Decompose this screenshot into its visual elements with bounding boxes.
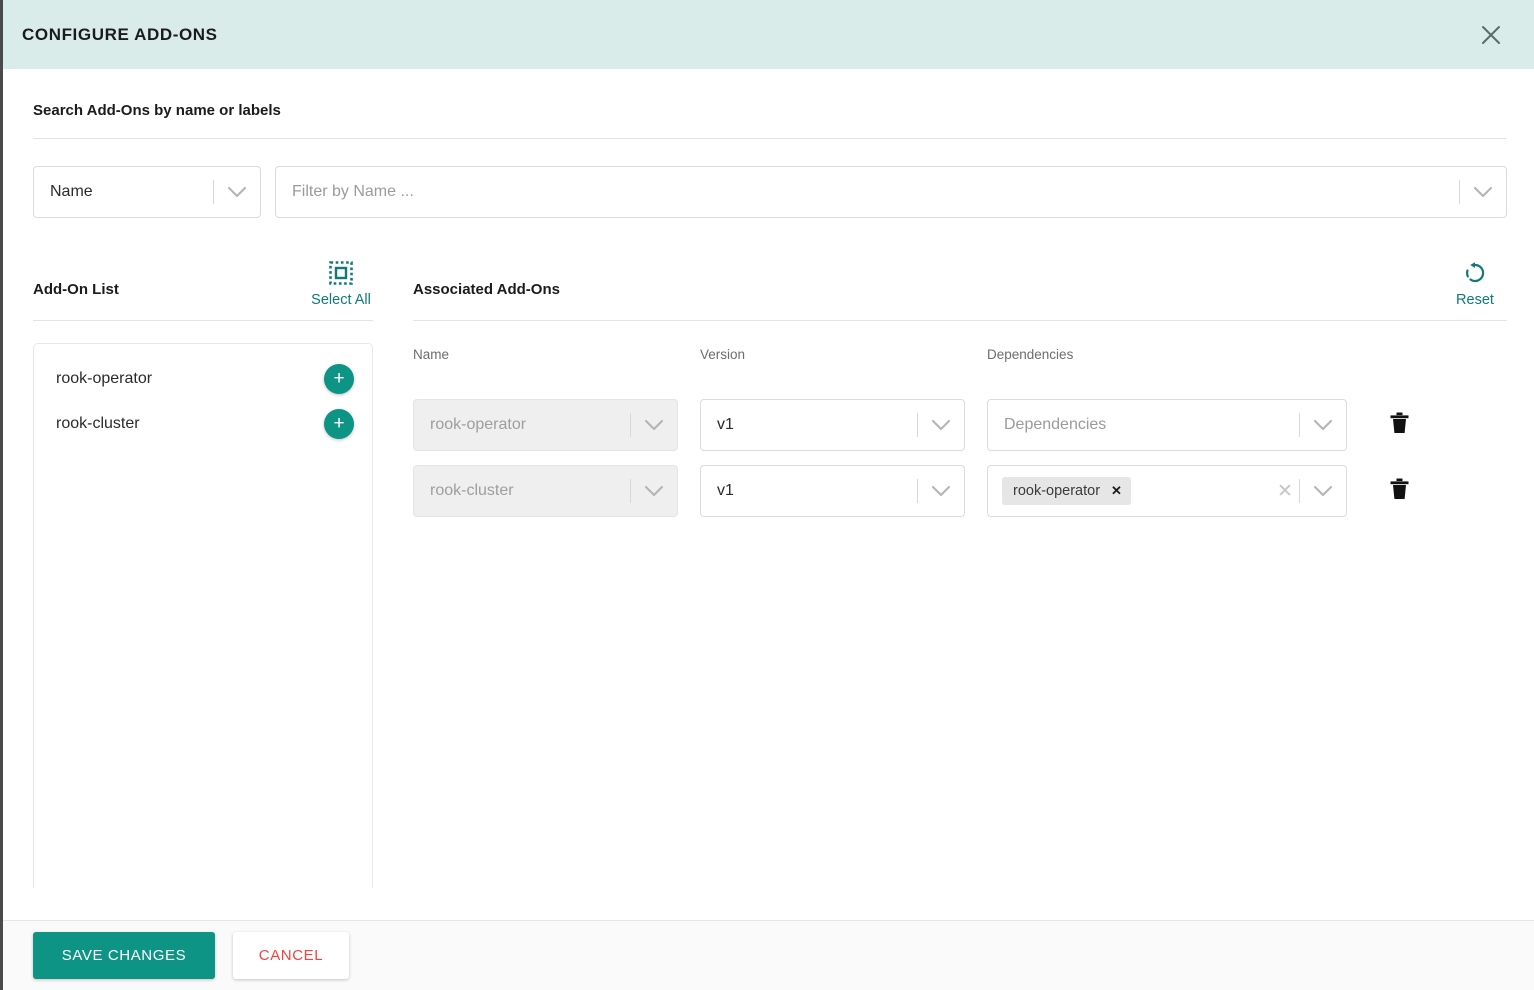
clear-selection-icon[interactable]: ✕ (1271, 482, 1299, 501)
column-header-version: Version (700, 347, 746, 362)
select-all-label: Select All (311, 292, 371, 308)
delete-row-button[interactable] (1369, 399, 1429, 451)
delete-row-button[interactable] (1369, 465, 1429, 517)
plus-icon[interactable]: + (324, 408, 354, 439)
modal-header: CONFIGURE ADD-ONS (3, 0, 1534, 69)
row-version-value: v1 (717, 416, 734, 433)
associated-addons-column: Associated Add-Ons Reset Name Version De… (373, 252, 1507, 888)
search-filter-placeholder: Filter by Name ... (292, 183, 414, 200)
column-header-dependencies: Dependencies (987, 347, 1074, 362)
chevron-down-icon[interactable] (918, 419, 964, 431)
trash-icon (1390, 478, 1409, 505)
reset-icon (1463, 261, 1487, 290)
dependency-chip-container: rook-operator ✕ (988, 477, 1271, 505)
reset-button[interactable]: Reset (1443, 261, 1507, 308)
row-dependencies-select[interactable]: Dependencies (987, 399, 1347, 451)
search-criteria-select[interactable]: Name (33, 166, 261, 218)
select-all-icon (329, 261, 353, 290)
chip-remove-icon[interactable]: ✕ (1111, 483, 1122, 499)
row-version-value: v1 (717, 482, 734, 499)
modal-footer: SAVE CHANGES CANCEL (3, 920, 1534, 990)
list-item-label: rook-cluster (56, 414, 140, 432)
row-dependencies-select[interactable]: rook-operator ✕ ✕ (987, 465, 1347, 517)
chevron-down-icon[interactable] (918, 485, 964, 497)
search-row: Name Filter by Name ... (33, 166, 1507, 218)
search-criteria-value: Name (50, 183, 93, 200)
column-header-name: Name (413, 347, 450, 362)
row-name-value: rook-cluster (430, 482, 514, 499)
row-version-select[interactable]: v1 (700, 465, 965, 517)
select-all-button[interactable]: Select All (309, 261, 373, 308)
row-version-select[interactable]: v1 (700, 399, 965, 451)
reset-label: Reset (1456, 292, 1494, 308)
addon-list-column: Add-On List Select All rook-operator + r… (33, 252, 373, 888)
row-name-value: rook-operator (430, 416, 527, 433)
addon-list-divider (33, 320, 373, 321)
dependency-chip-label: rook-operator (1013, 483, 1101, 499)
trash-icon (1390, 412, 1409, 439)
search-divider (33, 138, 1507, 139)
search-section-label: Search Add-Ons by name or labels (33, 102, 281, 119)
chevron-down-icon (631, 485, 677, 497)
associated-row: rook-cluster v1 rook-operator ✕ ✕ (413, 465, 1507, 517)
associated-addons-divider (413, 320, 1507, 321)
list-item[interactable]: rook-operator + (34, 356, 372, 401)
row-name-select: rook-cluster (413, 465, 678, 517)
chevron-down-icon[interactable] (1300, 419, 1346, 431)
cancel-button[interactable]: CANCEL (233, 932, 349, 979)
chevron-down-icon[interactable] (1300, 485, 1346, 497)
row-dependencies-placeholder: Dependencies (1004, 416, 1107, 433)
row-name-select: rook-operator (413, 399, 678, 451)
dependency-chip[interactable]: rook-operator ✕ (1002, 477, 1131, 505)
modal-body: Search Add-Ons by name or labels Name Fi… (3, 69, 1534, 920)
addon-list-panel: rook-operator + rook-cluster + (33, 343, 373, 888)
addon-list-header: Add-On List Select All (33, 252, 373, 308)
associated-row: rook-operator v1 Dependencies (413, 399, 1507, 451)
associated-column-labels: Name Version Dependencies (413, 347, 1507, 399)
chevron-down-icon[interactable] (1460, 186, 1506, 198)
associated-addons-header: Associated Add-Ons Reset (413, 252, 1507, 308)
main-columns: Add-On List Select All rook-operator + r… (33, 252, 1507, 888)
page-title: CONFIGURE ADD-ONS (22, 24, 218, 44)
list-item-label: rook-operator (56, 369, 153, 387)
plus-icon[interactable]: + (324, 363, 354, 394)
list-item[interactable]: rook-cluster + (34, 401, 372, 446)
search-filter-input[interactable]: Filter by Name ... (275, 166, 1507, 218)
configure-addons-modal: CONFIGURE ADD-ONS Search Add-Ons by name… (0, 0, 1534, 990)
associated-addons-title: Associated Add-Ons (413, 281, 560, 298)
addon-list-title: Add-On List (33, 281, 119, 298)
close-icon[interactable] (1474, 18, 1508, 52)
chevron-down-icon[interactable] (214, 186, 260, 198)
save-changes-button[interactable]: SAVE CHANGES (33, 932, 215, 979)
chevron-down-icon (631, 419, 677, 431)
